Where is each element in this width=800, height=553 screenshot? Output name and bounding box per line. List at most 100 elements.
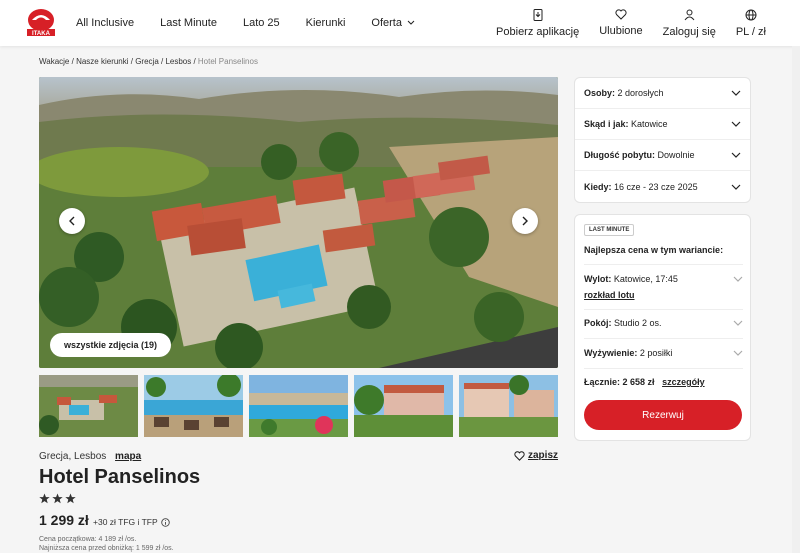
breadcrumb-item[interactable]: Nasze kierunki	[76, 57, 128, 66]
reserve-button[interactable]: Rezerwuj	[584, 400, 742, 430]
breadcrumb-item[interactable]: Wakacje	[39, 57, 69, 66]
hotel-name: Hotel Panselinos	[39, 466, 201, 488]
thumbnail[interactable]	[459, 375, 558, 437]
divider	[584, 309, 743, 310]
hotel-location: Grecja, Lesbos mapa	[39, 451, 141, 462]
lowest-price-note: Najniższa cena przed obniżką: 1 599 zł /…	[39, 545, 174, 552]
thumbnail[interactable]	[354, 375, 453, 437]
login-button[interactable]: Zaloguj się	[663, 9, 716, 38]
room-label: Pokój:	[584, 318, 612, 328]
all-photos-button[interactable]: wszystkie zdjęcia (19)	[50, 333, 172, 357]
filter-value: 16 cze - 23 cze 2025	[614, 181, 698, 192]
heart-icon	[615, 9, 627, 20]
nav-all-inclusive[interactable]: All Inclusive	[76, 17, 134, 29]
map-link[interactable]: mapa	[115, 451, 141, 462]
thumbnail[interactable]	[144, 375, 243, 437]
breadcrumb-item[interactable]: Grecja	[135, 57, 159, 66]
chevron-down-icon	[731, 184, 741, 190]
main-photo[interactable]: wszystkie zdjęcia (19)	[39, 77, 558, 368]
room-row[interactable]: Pokój: Studio 2 os.	[584, 318, 743, 328]
offer-panel: LAST MINUTE Najlepsza cena w tym warianc…	[574, 214, 751, 441]
chevron-down-icon	[407, 20, 415, 25]
divider	[584, 264, 743, 265]
breadcrumb: Wakacje / Nasze kierunki / Grecja / Lesb…	[39, 57, 258, 66]
board-row[interactable]: Wyżywienie: 2 posiłki	[584, 348, 743, 358]
filter-duration-text: Długość pobytu: Dowolnie	[584, 150, 695, 160]
language-currency-label: PL / zł	[735, 26, 766, 38]
nav-last-minute[interactable]: Last Minute	[160, 17, 217, 29]
filter-departure-text: Skąd i jak: Katowice	[584, 119, 668, 129]
download-app-button[interactable]: Pobierz aplikację	[496, 9, 579, 38]
thumbnail-image	[354, 375, 453, 437]
login-label: Zaloguj się	[662, 26, 716, 38]
divider	[584, 338, 743, 339]
filter-dates[interactable]: Kiedy: 16 cze - 23 cze 2025	[575, 171, 750, 202]
breadcrumb-item[interactable]: Lesbos	[165, 57, 191, 66]
page-scrollbar[interactable]	[792, 46, 800, 553]
nav-lato-25[interactable]: Lato 25	[243, 17, 280, 29]
price-extra: +30 zł TFG i TFP	[93, 517, 170, 527]
room-value: Studio 2 os.	[614, 318, 662, 328]
hotel-aerial-photo	[39, 77, 558, 368]
chevron-down-icon	[733, 320, 743, 326]
itaka-logo-text: ITAKA	[32, 31, 51, 37]
board-text: Wyżywienie: 2 posiłki	[584, 348, 672, 358]
filter-label: Długość pobytu:	[584, 150, 655, 160]
info-icon[interactable]	[160, 517, 170, 527]
chevron-down-icon	[733, 276, 743, 282]
filter-dates-text: Kiedy: 16 cze - 23 cze 2025	[584, 182, 698, 192]
chevron-down-icon	[731, 152, 741, 158]
filter-duration[interactable]: Długość pobytu: Dowolnie	[575, 140, 750, 171]
main-nav: All Inclusive Last Minute Lato 25 Kierun…	[76, 0, 441, 46]
flight-schedule-row: rozkład lotu	[584, 290, 743, 300]
favorites-label: Ulubione	[599, 25, 643, 37]
prev-photo-button[interactable]	[59, 208, 85, 234]
thumbnail[interactable]	[39, 375, 138, 437]
save-button[interactable]: zapisz	[514, 450, 558, 461]
star-icon	[52, 493, 63, 504]
language-currency-button[interactable]: PL / zł	[736, 9, 766, 38]
thumbnail-image	[249, 375, 348, 437]
phone-download-icon	[533, 9, 543, 21]
booking-filters-panel: Osoby: 2 dorosłych Skąd i jak: Katowice …	[574, 77, 751, 203]
thumbnail-image	[144, 375, 243, 437]
filter-label: Kiedy:	[584, 181, 612, 192]
filter-persons[interactable]: Osoby: 2 dorosłych	[575, 78, 750, 109]
divider	[584, 368, 743, 369]
nav-oferta[interactable]: Oferta	[371, 17, 415, 29]
filter-value: 2 dorosłych	[617, 88, 664, 98]
filter-label: Osoby:	[584, 88, 616, 98]
star-icon	[65, 493, 76, 504]
total-label: Łącznie: 2 658 zł	[584, 377, 655, 387]
user-nav: Pobierz aplikację Ulubione Zaloguj się P…	[476, 9, 766, 38]
heart-icon	[514, 450, 525, 461]
location-text: Grecja, Lesbos	[39, 451, 107, 462]
price: 1 299 zł	[39, 512, 89, 528]
last-minute-badge: LAST MINUTE	[584, 224, 635, 236]
globe-icon	[745, 9, 757, 21]
thumbnail-image	[459, 375, 558, 437]
thumbnail[interactable]	[249, 375, 348, 437]
chevron-down-icon	[733, 350, 743, 356]
total-price: Łącznie: 2 658 zł szczegóły	[584, 377, 705, 387]
price-extra-text: +30 zł TFG i TFP	[93, 517, 158, 527]
flight-schedule-link[interactable]: rozkład lotu	[584, 290, 635, 300]
chevron-down-icon	[731, 90, 741, 96]
top-navigation-bar: ITAKA All Inclusive Last Minute Lato 25 …	[0, 0, 800, 46]
itaka-logo[interactable]: ITAKA	[26, 8, 56, 38]
nav-kierunki[interactable]: Kierunki	[306, 17, 346, 29]
save-label: zapisz	[528, 450, 559, 461]
price-details-link[interactable]: szczegóły	[662, 377, 705, 387]
user-icon	[684, 9, 695, 21]
chevron-right-icon	[522, 216, 528, 226]
board-label: Wyżywienie:	[584, 348, 638, 358]
filter-departure[interactable]: Skąd i jak: Katowice	[575, 109, 750, 140]
departure-row[interactable]: Wylot: Katowice, 17:45	[584, 274, 743, 284]
thumbnail-image	[39, 375, 138, 437]
filter-label: Skąd i jak:	[584, 119, 629, 129]
photo-thumbnails	[39, 375, 558, 437]
filter-value: Katowice	[631, 119, 668, 129]
favorites-button[interactable]: Ulubione	[599, 9, 643, 38]
departure-text: Wylot: Katowice, 17:45	[584, 274, 678, 284]
next-photo-button[interactable]	[512, 208, 538, 234]
